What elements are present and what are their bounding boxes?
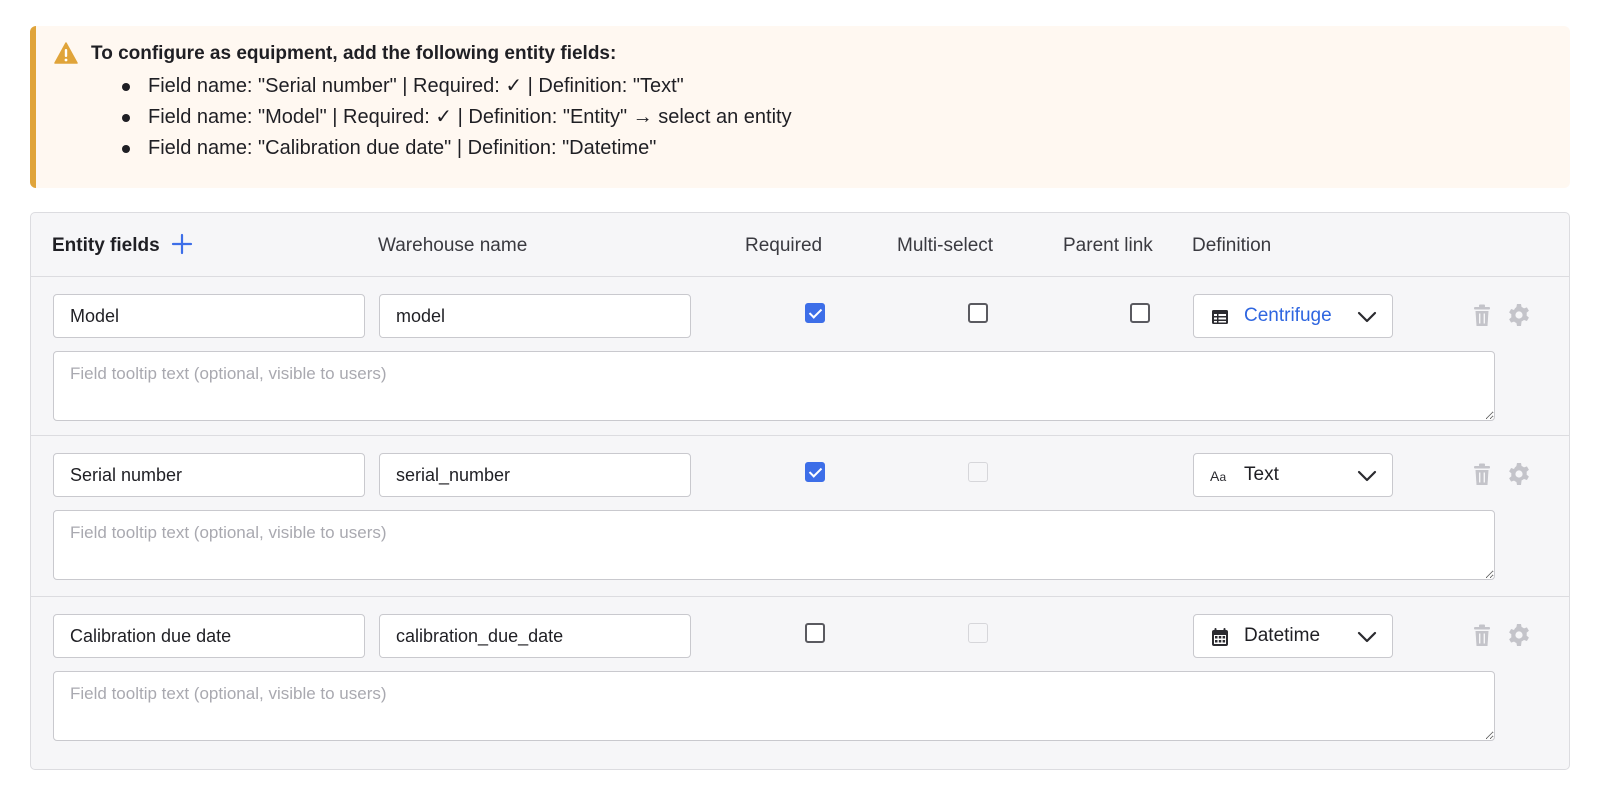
- multi-select-checkbox: [968, 462, 988, 482]
- required-checkbox[interactable]: [805, 462, 825, 482]
- svg-text:a: a: [1220, 470, 1227, 484]
- field-name-input[interactable]: [53, 614, 365, 658]
- alert-item: Field name: "Model" | Required: ✓ | Defi…: [118, 102, 792, 133]
- equipment-config-alert: To configure as equipment, add the follo…: [30, 26, 1570, 188]
- table-header: Entity fields Warehouse name Required Mu…: [31, 213, 1569, 277]
- warehouse-name-input[interactable]: [379, 614, 691, 658]
- chevron-down-icon: [1357, 470, 1377, 482]
- definition-value: Centrifuge: [1244, 305, 1332, 326]
- warehouse-name-input[interactable]: [379, 453, 691, 497]
- definition-select[interactable]: A a Text: [1193, 453, 1393, 497]
- field-tooltip-textarea[interactable]: [53, 671, 1495, 741]
- header-required: Required: [745, 235, 823, 256]
- text-type-icon: A a: [1210, 468, 1227, 484]
- required-checkbox[interactable]: [805, 303, 825, 323]
- table-row: Datetime: [31, 596, 1569, 761]
- definition-select[interactable]: Datetime: [1193, 614, 1393, 658]
- chevron-down-icon: [1357, 311, 1377, 323]
- header-multi-select: Multi-select: [897, 235, 994, 256]
- field-tooltip-textarea[interactable]: [53, 351, 1495, 421]
- multi-select-checkbox: [968, 623, 988, 643]
- definition-value: Datetime: [1244, 625, 1321, 646]
- field-tooltip-textarea[interactable]: [53, 510, 1495, 580]
- gear-icon[interactable]: [1507, 623, 1531, 647]
- alert-title: To configure as equipment, add the follo…: [91, 43, 617, 64]
- parent-link-checkbox[interactable]: [1130, 303, 1150, 323]
- header-warehouse-name: Warehouse name: [378, 235, 528, 256]
- alert-item: Field name: "Calibration due date" | Def…: [118, 133, 792, 164]
- alert-list: Field name: "Serial number" | Required: …: [118, 71, 792, 164]
- definition-value: Text: [1244, 464, 1279, 485]
- required-checkbox[interactable]: [805, 623, 825, 643]
- calendar-icon: [1212, 628, 1228, 646]
- entity-fields-table: Entity fields Warehouse name Required Mu…: [30, 212, 1570, 770]
- header-entity-fields: Entity fields: [52, 235, 160, 256]
- trash-icon[interactable]: [1471, 624, 1493, 648]
- table-row: A a Text: [31, 435, 1569, 600]
- multi-select-checkbox[interactable]: [968, 303, 988, 323]
- gear-icon[interactable]: [1507, 462, 1531, 486]
- warning-icon: [54, 42, 78, 64]
- table-row: Centrifuge: [31, 277, 1569, 442]
- definition-select[interactable]: Centrifuge: [1193, 294, 1393, 338]
- trash-icon[interactable]: [1471, 304, 1493, 328]
- header-definition: Definition: [1192, 235, 1272, 256]
- field-name-input[interactable]: [53, 294, 365, 338]
- field-name-input[interactable]: [53, 453, 365, 497]
- warehouse-name-input[interactable]: [379, 294, 691, 338]
- chevron-down-icon: [1357, 631, 1377, 643]
- table-icon: [1212, 310, 1228, 324]
- alert-item: Field name: "Serial number" | Required: …: [118, 71, 792, 102]
- svg-text:A: A: [1210, 468, 1220, 484]
- header-parent-link: Parent link: [1063, 235, 1153, 256]
- trash-icon[interactable]: [1471, 463, 1493, 487]
- gear-icon[interactable]: [1507, 303, 1531, 327]
- add-field-icon[interactable]: [171, 233, 193, 255]
